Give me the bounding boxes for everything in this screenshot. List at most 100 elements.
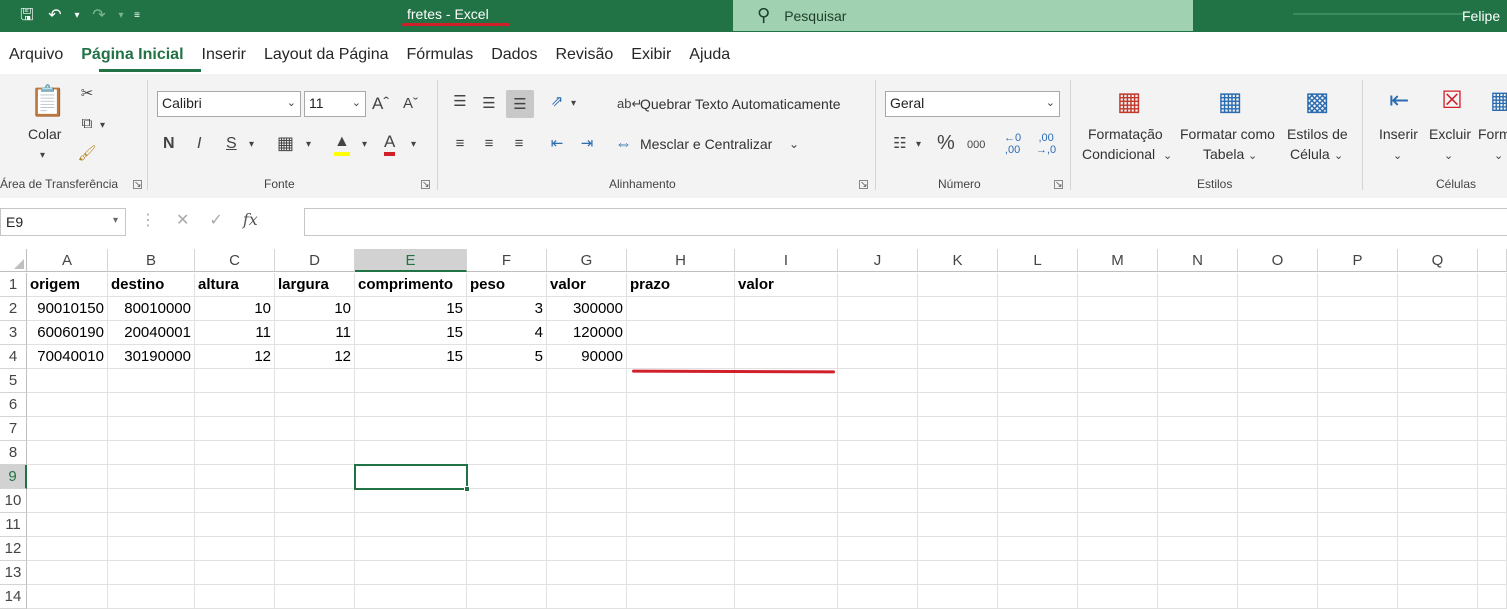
column-header-I[interactable]: I [735, 249, 838, 272]
column-header-D[interactable]: D [275, 249, 355, 272]
cell-B14[interactable] [108, 585, 195, 609]
cell-Q2[interactable] [1398, 297, 1478, 321]
cell-P9[interactable] [1318, 465, 1398, 489]
delete-cells-icon[interactable]: ☒ [1433, 86, 1471, 116]
row-header-12[interactable]: 12 [0, 537, 27, 561]
cell-O13[interactable] [1238, 561, 1318, 585]
cell-K12[interactable] [918, 537, 998, 561]
cell-K13[interactable] [918, 561, 998, 585]
align-right-icon[interactable]: ≡ [509, 134, 529, 154]
cell-H1[interactable]: prazo [627, 273, 735, 297]
cell-O12[interactable] [1238, 537, 1318, 561]
cell-I2[interactable] [735, 297, 838, 321]
cell-G2[interactable]: 300000 [547, 297, 627, 321]
redo-icon[interactable]: ↷ [88, 4, 110, 28]
cell-F9[interactable] [467, 465, 547, 489]
cell-C4[interactable]: 12 [195, 345, 275, 369]
cell-Q3[interactable] [1398, 321, 1478, 345]
column-header-H[interactable]: H [627, 249, 735, 272]
cell-F6[interactable] [467, 393, 547, 417]
cell-Q7[interactable] [1398, 417, 1478, 441]
cell-B7[interactable] [108, 417, 195, 441]
cell-L7[interactable] [998, 417, 1078, 441]
format-as-table-icon[interactable]: ▦ [1212, 86, 1248, 116]
percent-style-icon[interactable]: % [937, 133, 955, 153]
align-bottom-icon[interactable]: ☰ [506, 90, 534, 118]
column-header-L[interactable]: L [998, 249, 1078, 272]
cell-J7[interactable] [838, 417, 918, 441]
select-all-corner[interactable] [0, 249, 27, 272]
tab-formulas[interactable]: Fórmulas [398, 38, 483, 74]
cell-partial[interactable] [1478, 273, 1507, 297]
cell-J14[interactable] [838, 585, 918, 609]
cell-N14[interactable] [1158, 585, 1238, 609]
cell-N4[interactable] [1158, 345, 1238, 369]
cell-A4[interactable]: 70040010 [27, 345, 108, 369]
cell-B10[interactable] [108, 489, 195, 513]
cell-D4[interactable]: 12 [275, 345, 355, 369]
cell-C5[interactable] [195, 369, 275, 393]
row-header-4[interactable]: 4 [0, 345, 27, 369]
row-header-5[interactable]: 5 [0, 369, 27, 393]
font-size-combo[interactable]: 11 ⌄ [304, 91, 366, 117]
cell-Q10[interactable] [1398, 489, 1478, 513]
cell-N6[interactable] [1158, 393, 1238, 417]
cell-O2[interactable] [1238, 297, 1318, 321]
cell-D14[interactable] [275, 585, 355, 609]
cell-M13[interactable] [1078, 561, 1158, 585]
conditional-dropdown-icon[interactable]: ⌄ [1163, 146, 1172, 166]
cell-partial[interactable] [1478, 513, 1507, 537]
cell-H10[interactable] [627, 489, 735, 513]
user-name[interactable]: Felipe [1462, 8, 1500, 24]
cell-J11[interactable] [838, 513, 918, 537]
cell-E14[interactable] [355, 585, 467, 609]
cell-M8[interactable] [1078, 441, 1158, 465]
cell-styles-icon[interactable]: ▩ [1299, 86, 1335, 116]
cell-A14[interactable] [27, 585, 108, 609]
format-painter-icon[interactable]: 🖌 [77, 144, 97, 164]
number-format-combo[interactable]: Geral ⌄ [885, 91, 1060, 117]
cell-E6[interactable] [355, 393, 467, 417]
cell-K9[interactable] [918, 465, 998, 489]
cell-G4[interactable]: 90000 [547, 345, 627, 369]
cell-C9[interactable] [195, 465, 275, 489]
cell-E8[interactable] [355, 441, 467, 465]
cell-G14[interactable] [547, 585, 627, 609]
row-header-9[interactable]: 9 [0, 465, 27, 489]
cell-F2[interactable]: 3 [467, 297, 547, 321]
insert-cells-icon[interactable]: ⇤ [1380, 86, 1418, 116]
cell-O7[interactable] [1238, 417, 1318, 441]
cell-partial[interactable] [1478, 393, 1507, 417]
cell-G7[interactable] [547, 417, 627, 441]
insert-cells-label[interactable]: Inserir [1379, 126, 1418, 142]
accounting-dropdown-icon[interactable]: ▾ [916, 135, 921, 155]
cell-B6[interactable] [108, 393, 195, 417]
cell-A13[interactable] [27, 561, 108, 585]
cell-K1[interactable] [918, 273, 998, 297]
copy-dropdown-icon[interactable]: ▾ [100, 116, 105, 136]
cell-A9[interactable] [27, 465, 108, 489]
cell-N13[interactable] [1158, 561, 1238, 585]
cell-O14[interactable] [1238, 585, 1318, 609]
cell-J6[interactable] [838, 393, 918, 417]
cell-H11[interactable] [627, 513, 735, 537]
cell-G13[interactable] [547, 561, 627, 585]
cell-A8[interactable] [27, 441, 108, 465]
paste-icon[interactable]: 📋 [28, 84, 68, 120]
cell-Q5[interactable] [1398, 369, 1478, 393]
number-launcher-icon[interactable]: ↘ [1054, 180, 1063, 189]
cell-D12[interactable] [275, 537, 355, 561]
cell-I11[interactable] [735, 513, 838, 537]
cell-P14[interactable] [1318, 585, 1398, 609]
cell-A6[interactable] [27, 393, 108, 417]
column-header-F[interactable]: F [467, 249, 547, 272]
row-header-8[interactable]: 8 [0, 441, 27, 465]
cell-Q8[interactable] [1398, 441, 1478, 465]
cell-G12[interactable] [547, 537, 627, 561]
cell-P1[interactable] [1318, 273, 1398, 297]
borders-icon[interactable]: ▦ [277, 133, 294, 153]
cell-A2[interactable]: 90010150 [27, 297, 108, 321]
cell-M9[interactable] [1078, 465, 1158, 489]
column-header-M[interactable]: M [1078, 249, 1158, 272]
align-left-icon[interactable]: ≡ [450, 134, 470, 154]
